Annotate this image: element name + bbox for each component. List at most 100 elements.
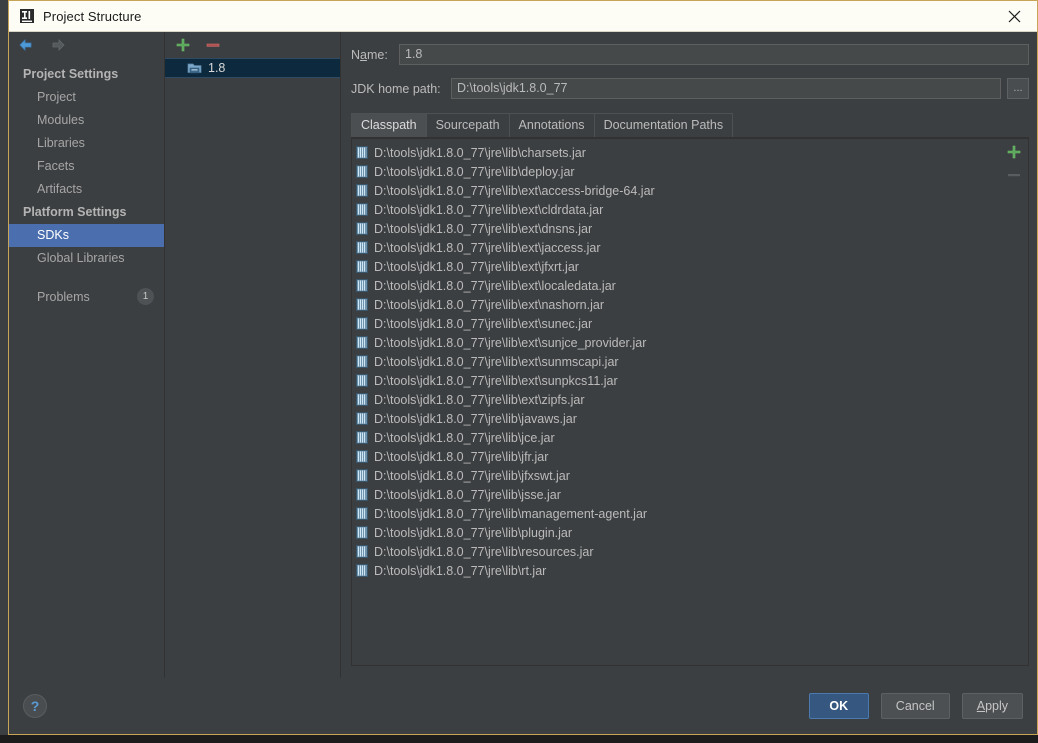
sidebar-item-project[interactable]: Project: [9, 86, 164, 109]
classpath-list-item[interactable]: D:\tools\jdk1.8.0_77\jre\lib\ext\zipfs.j…: [352, 390, 999, 409]
jar-file-icon: [356, 165, 368, 178]
classpath-item-label: D:\tools\jdk1.8.0_77\jre\lib\ext\sunpkcs…: [374, 373, 618, 388]
jdk-home-path-input[interactable]: [451, 78, 1001, 99]
classpath-item-label: D:\tools\jdk1.8.0_77\jre\lib\ext\dnsns.j…: [374, 221, 593, 236]
sdk-list-item[interactable]: 1.8: [165, 58, 340, 78]
browse-button[interactable]: ...: [1007, 78, 1029, 99]
close-icon: [1008, 10, 1020, 22]
classpath-item-label: D:\tools\jdk1.8.0_77\jre\lib\javaws.jar: [374, 411, 577, 426]
classpath-list-item[interactable]: D:\tools\jdk1.8.0_77\jre\lib\jsse.jar: [352, 485, 999, 504]
classpath-item-label: D:\tools\jdk1.8.0_77\jre\lib\ext\cldrdat…: [374, 202, 604, 217]
classpath-side-toolbar: [999, 138, 1029, 666]
classpath-area: D:\tools\jdk1.8.0_77\jre\lib\charsets.ja…: [351, 138, 1029, 666]
desktop-left-strip: [0, 28, 8, 735]
classpath-list-item[interactable]: D:\tools\jdk1.8.0_77\jre\lib\ext\nashorn…: [352, 295, 999, 314]
classpath-list-item[interactable]: D:\tools\jdk1.8.0_77\jre\lib\resources.j…: [352, 542, 999, 561]
jar-file-icon: [356, 241, 368, 254]
jar-file-icon: [356, 222, 368, 235]
classpath-list-item[interactable]: D:\tools\jdk1.8.0_77\jre\lib\jce.jar: [352, 428, 999, 447]
classpath-item-label: D:\tools\jdk1.8.0_77\jre\lib\jce.jar: [374, 430, 555, 445]
classpath-list-item[interactable]: D:\tools\jdk1.8.0_77\jre\lib\javaws.jar: [352, 409, 999, 428]
add-classpath-button[interactable]: [1006, 144, 1022, 160]
sidebar-item-artifacts[interactable]: Artifacts: [9, 178, 164, 201]
close-button[interactable]: [991, 1, 1037, 31]
jar-file-icon: [356, 355, 368, 368]
classpath-list-item[interactable]: D:\tools\jdk1.8.0_77\jre\lib\charsets.ja…: [352, 143, 999, 162]
classpath-list-item[interactable]: D:\tools\jdk1.8.0_77\jre\lib\jfxswt.jar: [352, 466, 999, 485]
classpath-item-label: D:\tools\jdk1.8.0_77\jre\lib\plugin.jar: [374, 525, 573, 540]
classpath-item-label: D:\tools\jdk1.8.0_77\jre\lib\deploy.jar: [374, 164, 575, 179]
classpath-list[interactable]: D:\tools\jdk1.8.0_77\jre\lib\charsets.ja…: [351, 138, 999, 666]
remove-classpath-button[interactable]: [1006, 167, 1022, 183]
classpath-list-item[interactable]: D:\tools\jdk1.8.0_77\jre\lib\ext\dnsns.j…: [352, 219, 999, 238]
tab-sourcepath[interactable]: Sourcepath: [425, 113, 510, 137]
classpath-item-label: D:\tools\jdk1.8.0_77\jre\lib\charsets.ja…: [374, 145, 586, 160]
sdk-items-list: 1.8: [165, 58, 340, 678]
classpath-list-item[interactable]: D:\tools\jdk1.8.0_77\jre\lib\management-…: [352, 504, 999, 523]
project-structure-dialog: Project Structure Project Settings Proje…: [8, 0, 1038, 735]
classpath-list-item[interactable]: D:\tools\jdk1.8.0_77\jre\lib\ext\jaccess…: [352, 238, 999, 257]
classpath-item-label: D:\tools\jdk1.8.0_77\jre\lib\jfxswt.jar: [374, 468, 570, 483]
plus-icon: [176, 38, 190, 52]
add-sdk-button[interactable]: [175, 37, 191, 53]
jar-file-icon: [356, 431, 368, 444]
remove-sdk-button[interactable]: [205, 37, 221, 53]
jdk-home-path-label: JDK home path:: [351, 81, 441, 96]
classpath-item-label: D:\tools\jdk1.8.0_77\jre\lib\ext\localed…: [374, 278, 616, 293]
classpath-list-item[interactable]: D:\tools\jdk1.8.0_77\jre\lib\rt.jar: [352, 561, 999, 580]
sidebar-item-modules[interactable]: Modules: [9, 109, 164, 132]
sidebar-list: Project Settings Project Modules Librari…: [9, 63, 164, 678]
classpath-item-label: D:\tools\jdk1.8.0_77\jre\lib\management-…: [374, 506, 648, 521]
problems-label: Problems: [37, 289, 90, 304]
minus-icon: [1007, 174, 1020, 177]
sidebar-item-sdks[interactable]: SDKs: [9, 224, 164, 247]
classpath-list-item[interactable]: D:\tools\jdk1.8.0_77\jre\lib\deploy.jar: [352, 162, 999, 181]
detail-tab-bar: Classpath Sourcepath Annotations Documen…: [351, 113, 1029, 138]
classpath-list-item[interactable]: D:\tools\jdk1.8.0_77\jre\lib\ext\sunmsca…: [352, 352, 999, 371]
classpath-list-item[interactable]: D:\tools\jdk1.8.0_77\jre\lib\ext\localed…: [352, 276, 999, 295]
tab-documentation-paths[interactable]: Documentation Paths: [593, 113, 734, 137]
arrow-right-icon: [52, 39, 65, 51]
classpath-list-item[interactable]: D:\tools\jdk1.8.0_77\jre\lib\ext\jfxrt.j…: [352, 257, 999, 276]
settings-sidebar: Project Settings Project Modules Librari…: [9, 32, 165, 678]
tab-classpath[interactable]: Classpath: [351, 113, 427, 137]
name-field-row: Name:: [351, 44, 1029, 65]
intellij-idea-icon: [20, 9, 34, 23]
cancel-button[interactable]: Cancel: [880, 693, 950, 719]
help-button[interactable]: ?: [23, 694, 47, 718]
classpath-item-label: D:\tools\jdk1.8.0_77\jre\lib\jfr.jar: [374, 449, 549, 464]
classpath-item-label: D:\tools\jdk1.8.0_77\jre\lib\ext\jfxrt.j…: [374, 259, 579, 274]
sidebar-group-project-settings: Project Settings: [23, 67, 119, 81]
sdk-name-input[interactable]: [399, 44, 1029, 65]
classpath-list-item[interactable]: D:\tools\jdk1.8.0_77\jre\lib\ext\sunpkcs…: [352, 371, 999, 390]
jdk-home-path-row: JDK home path: ...: [351, 78, 1029, 99]
desktop-background: Project Structure Project Settings Proje…: [0, 0, 1038, 743]
ok-button[interactable]: OK: [808, 693, 869, 719]
classpath-item-label: D:\tools\jdk1.8.0_77\jre\lib\resources.j…: [374, 544, 594, 559]
classpath-list-item[interactable]: D:\tools\jdk1.8.0_77\jre\lib\jfr.jar: [352, 447, 999, 466]
sidebar-item-libraries[interactable]: Libraries: [9, 132, 164, 155]
classpath-item-label: D:\tools\jdk1.8.0_77\jre\lib\ext\sunec.j…: [374, 316, 593, 331]
classpath-list-item[interactable]: D:\tools\jdk1.8.0_77\jre\lib\ext\access-…: [352, 181, 999, 200]
jar-file-icon: [356, 260, 368, 273]
apply-button[interactable]: Apply: [961, 693, 1023, 719]
classpath-item-label: D:\tools\jdk1.8.0_77\jre\lib\ext\access-…: [374, 183, 655, 198]
back-button[interactable]: [15, 35, 37, 55]
jar-file-icon: [356, 564, 368, 577]
classpath-list-item[interactable]: D:\tools\jdk1.8.0_77\jre\lib\ext\cldrdat…: [352, 200, 999, 219]
classpath-item-label: D:\tools\jdk1.8.0_77\jre\lib\rt.jar: [374, 563, 547, 578]
sidebar-item-problems[interactable]: Problems 1: [9, 284, 164, 309]
forward-button[interactable]: [47, 35, 69, 55]
jar-file-icon: [356, 279, 368, 292]
sidebar-item-global-libraries[interactable]: Global Libraries: [9, 247, 164, 270]
jar-file-icon: [356, 412, 368, 425]
jar-file-icon: [356, 450, 368, 463]
classpath-list-item[interactable]: D:\tools\jdk1.8.0_77\jre\lib\plugin.jar: [352, 523, 999, 542]
classpath-list-item[interactable]: D:\tools\jdk1.8.0_77\jre\lib\ext\sunec.j…: [352, 314, 999, 333]
jar-file-icon: [356, 393, 368, 406]
jar-file-icon: [356, 545, 368, 558]
taskbar-strip: [0, 735, 1038, 743]
sidebar-item-facets[interactable]: Facets: [9, 155, 164, 178]
classpath-list-item[interactable]: D:\tools\jdk1.8.0_77\jre\lib\ext\sunjce_…: [352, 333, 999, 352]
tab-annotations[interactable]: Annotations: [508, 113, 595, 137]
